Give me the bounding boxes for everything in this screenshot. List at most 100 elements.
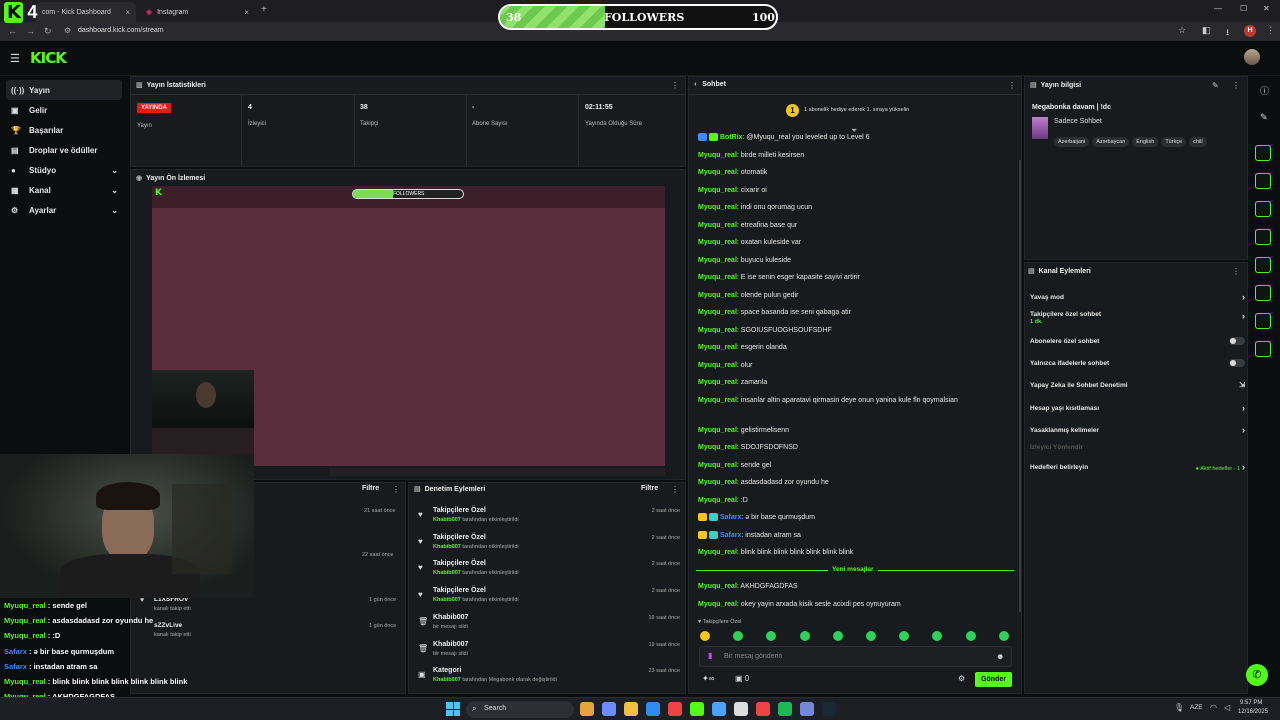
crosshair-icon[interactable] — [1255, 145, 1271, 161]
new-tab-button[interactable]: + — [261, 4, 267, 15]
chat-username[interactable]: Myuqu_real — [698, 362, 737, 369]
chat-username[interactable]: Myuqu_real — [698, 397, 737, 404]
followers-chat-row[interactable]: Takipçilere özel sohbet 1 dk. › — [1030, 311, 1245, 329]
minimize-button[interactable]: — — [1214, 4, 1222, 13]
chat-username[interactable]: BotRix — [720, 134, 743, 141]
wave-emote-icon[interactable] — [866, 631, 876, 641]
chat-username[interactable]: Myuqu_real — [698, 309, 737, 316]
love-emote-icon[interactable] — [998, 631, 1009, 641]
chrome-icon[interactable] — [756, 702, 770, 716]
account-age-row[interactable]: Hesap yaşı kısıtlaması › — [1030, 403, 1245, 413]
audit-filter-button[interactable]: Filtre — [641, 485, 658, 492]
sidebar-item-gelir[interactable]: ▣ Gelir — [6, 100, 122, 120]
chat-username[interactable]: Myuqu_real — [698, 327, 737, 334]
chat-username[interactable]: Myuqu_real — [698, 187, 737, 194]
profile-avatar[interactable]: H — [1244, 25, 1256, 37]
chat-username[interactable]: Myuqu_real — [698, 479, 737, 486]
sad-emote-icon[interactable] — [799, 631, 810, 641]
activity-filter-button[interactable]: Filtre — [362, 485, 379, 492]
steam-icon[interactable] — [822, 702, 836, 716]
send-button[interactable]: Gönder — [975, 672, 1012, 687]
windows-start-icon[interactable] — [446, 702, 460, 716]
smile-emote-icon[interactable] — [832, 631, 843, 641]
mic-icon[interactable]: 🎙 — [1174, 703, 1184, 712]
hamburger-menu-icon[interactable]: ☰ — [10, 52, 20, 65]
file-explorer-icon[interactable] — [580, 702, 594, 716]
sidebar-item-basarilar[interactable]: 🏆 Başarılar — [6, 120, 122, 140]
chrome-icon[interactable] — [646, 702, 660, 716]
gift-leaderboard-text[interactable]: 1 abonelik hediye ederek 1. sıraya yükse… — [804, 107, 909, 113]
emoji-icon[interactable]: ☻ — [996, 652, 1004, 661]
chat-username[interactable]: Myuqu_real — [698, 222, 737, 229]
maximize-button[interactable]: ☐ — [1240, 4, 1247, 13]
chat-username[interactable]: Myuqu_real — [698, 239, 737, 246]
sidebar-item-droplar[interactable]: ▤ Droplar ve ödüller — [6, 140, 122, 160]
slow-mode-row[interactable]: Yavaş mod › — [1030, 292, 1245, 302]
chat-icon[interactable] — [1255, 229, 1271, 245]
chat-username[interactable]: Myuqu_real — [698, 152, 737, 159]
subs-chat-toggle[interactable] — [1229, 337, 1245, 345]
kebab-icon[interactable]: ⋮ — [1232, 267, 1240, 276]
wifi-icon[interactable]: ◠ — [1210, 703, 1217, 712]
points-indicator[interactable]: ✦∞ — [702, 674, 714, 683]
kebab-icon[interactable]: ⋮ — [1232, 81, 1240, 90]
chat-username[interactable]: Myuqu_real — [698, 497, 737, 504]
info-circle-icon[interactable]: ⓘ — [1260, 84, 1269, 97]
chat-username[interactable]: Safarx — [720, 532, 741, 539]
tab-instagram[interactable]: ◉ Instagram × — [140, 2, 255, 22]
chat-username[interactable]: Myuqu_real — [698, 344, 737, 351]
sidebar-item-yayin[interactable]: ((·)) Yayın — [6, 80, 122, 100]
ai-moderation-row[interactable]: Yapay Zeka ile Sohbet Denetimi ⇲ — [1030, 381, 1245, 390]
bookmark-star-icon[interactable]: ☆ — [1178, 25, 1186, 36]
tab-kick-dashboard[interactable]: com - Kick Dashboard × — [36, 2, 136, 22]
user-avatar[interactable] — [1244, 49, 1260, 65]
chat-username[interactable]: Myuqu_real — [698, 601, 737, 608]
spotify-icon[interactable] — [778, 702, 792, 716]
forward-button[interactable]: → — [26, 26, 35, 36]
volume-icon[interactable]: ◁ — [1224, 703, 1230, 712]
chat-username[interactable]: Myuqu_real — [698, 444, 737, 451]
taskview-icon[interactable] — [602, 702, 616, 716]
kebab-icon[interactable]: ⋮ — [671, 485, 679, 494]
chat-username[interactable]: Myuqu_real — [698, 204, 737, 211]
chat-username[interactable]: Myuqu_real — [698, 549, 737, 556]
apps-icon[interactable] — [1255, 341, 1271, 357]
goals-row[interactable]: Hedefleri belirleyin ● Aktif hedefler - 1… — [1030, 462, 1245, 472]
chat-username[interactable]: Myuqu_real — [698, 462, 737, 469]
lightning-icon[interactable] — [1255, 173, 1271, 189]
back-button[interactable]: ← — [8, 26, 17, 36]
menu-kebab-icon[interactable]: ⋮ — [1266, 25, 1275, 36]
chat-input[interactable]: ▮ Bir mesaj gönderin ☻ — [699, 646, 1012, 667]
sidebar-item-kanal[interactable]: ▦ Kanal ⌄ — [6, 180, 122, 200]
site-info-icon[interactable]: ⚙ — [64, 26, 71, 35]
discord-icon[interactable] — [800, 702, 814, 716]
sidebar-item-ayarlar[interactable]: ⚙ Ayarlar ⌄ — [6, 200, 122, 220]
clock-time[interactable]: 9:57 PM — [1240, 700, 1262, 706]
download-icon[interactable]: ⭳ — [1226, 25, 1229, 41]
chat-username[interactable]: Safarx — [720, 514, 741, 521]
timeout-indicator[interactable]: ▣ 0 — [735, 674, 749, 683]
chat-username[interactable]: Myuqu_real — [698, 292, 737, 299]
chat-username[interactable]: Myuqu_real — [698, 583, 737, 590]
chat-username[interactable]: Myuqu_real — [698, 274, 737, 281]
kebab-icon[interactable]: ⋮ — [392, 485, 400, 494]
clock-date[interactable]: 12/16/2025 — [1238, 709, 1268, 715]
chat-username[interactable]: Myuqu_real — [698, 427, 737, 434]
kebab-icon[interactable]: ⋮ — [671, 81, 679, 90]
kebab-icon[interactable]: ⋮ — [1008, 81, 1016, 90]
chat-fab-icon[interactable]: ✆ — [1246, 664, 1268, 686]
sidebar-item-studyo[interactable]: ● Stüdyo ⌄ — [6, 160, 122, 180]
nvidia-icon[interactable] — [690, 702, 704, 716]
chat-settings-icon[interactable]: ⚙ — [958, 674, 965, 683]
obs-icon[interactable] — [734, 702, 748, 716]
close-icon[interactable]: × — [125, 8, 130, 17]
edge-icon[interactable] — [712, 702, 726, 716]
language-indicator[interactable]: AZE — [1190, 704, 1203, 711]
chat-username[interactable]: Myuqu_real — [698, 379, 737, 386]
pencil-icon[interactable]: ✎ — [1260, 112, 1268, 123]
chat-username[interactable]: Myuqu_real — [698, 169, 737, 176]
close-window-button[interactable]: ✕ — [1263, 4, 1270, 13]
taskbar-search[interactable]: ⌕ Search — [466, 701, 574, 718]
radio-icon[interactable] — [1255, 257, 1271, 273]
banned-words-row[interactable]: Yasaklanmış kelimeler › — [1030, 425, 1245, 435]
